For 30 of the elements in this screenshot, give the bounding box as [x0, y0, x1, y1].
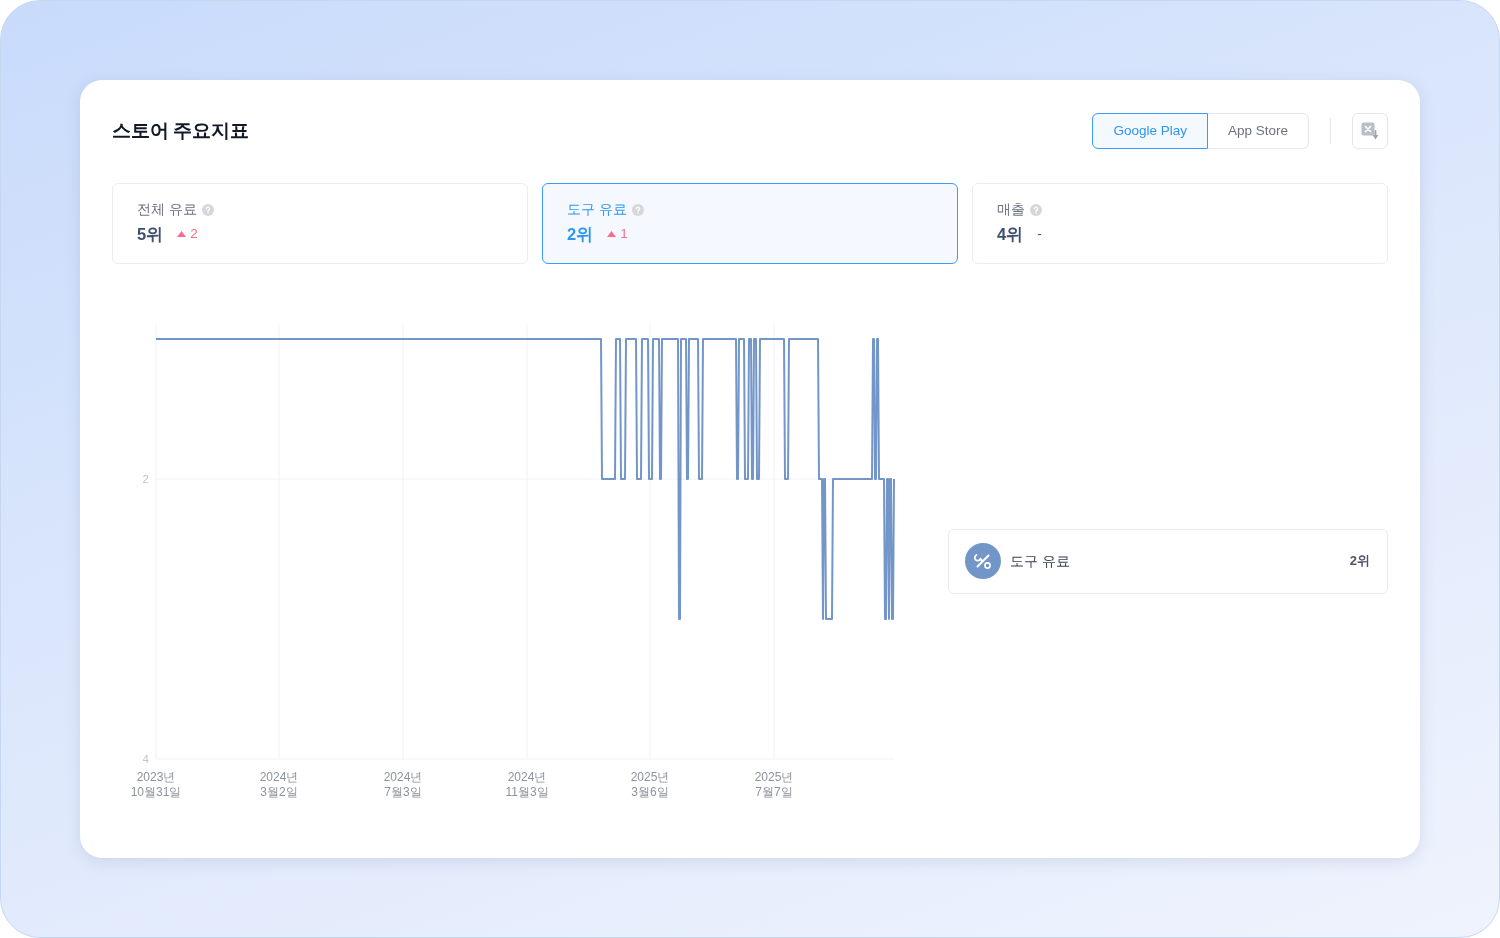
metric-label: 도구 유료 [567, 201, 627, 219]
metric-card[interactable]: 매출 4위 - [972, 183, 1388, 264]
legend-value: 2위 [1349, 552, 1370, 571]
metric-change: 2 [190, 225, 198, 243]
help-icon[interactable] [1030, 204, 1042, 216]
help-icon[interactable] [201, 204, 214, 216]
metric-label: 전체 유료 [137, 201, 197, 219]
metric-label: 매출 [997, 201, 1025, 219]
metric-change: 1 [620, 225, 628, 243]
help-icon[interactable] [631, 204, 644, 216]
metric-card[interactable]: 전체 유료 5위 2 [112, 183, 528, 264]
metric-value: 2위 [567, 224, 594, 245]
file-download-icon [1361, 122, 1379, 140]
store-tab[interactable]: Google Play [1092, 113, 1208, 149]
x-tick-label: 2024년 7월3일 [383, 770, 423, 799]
legend-label: 도구 유료 [1010, 551, 1070, 571]
store-tab[interactable]: App Store [1206, 113, 1309, 149]
metric-value: 4위 [997, 224, 1024, 245]
metric-value: 5위 [137, 224, 164, 245]
x-tick-label: 2025년 3월6일 [630, 770, 670, 799]
export-button[interactable] [1352, 113, 1388, 149]
x-tick-label: 2024년 3월2일 [259, 770, 299, 799]
panel-title: 스토어 주요지표 [112, 119, 249, 143]
y-tick-label: 4 [142, 753, 149, 765]
x-tick-label: 2025년 7월7일 [754, 770, 794, 799]
x-tick-label: 2023년 10월31일 [130, 770, 182, 799]
metric-card[interactable]: 도구 유료 2위 1 [542, 183, 958, 264]
y-tick-label: 2 [142, 473, 149, 485]
x-tick-label: 2024년 11월3일 [505, 770, 549, 799]
metric-change: - [1037, 225, 1042, 243]
